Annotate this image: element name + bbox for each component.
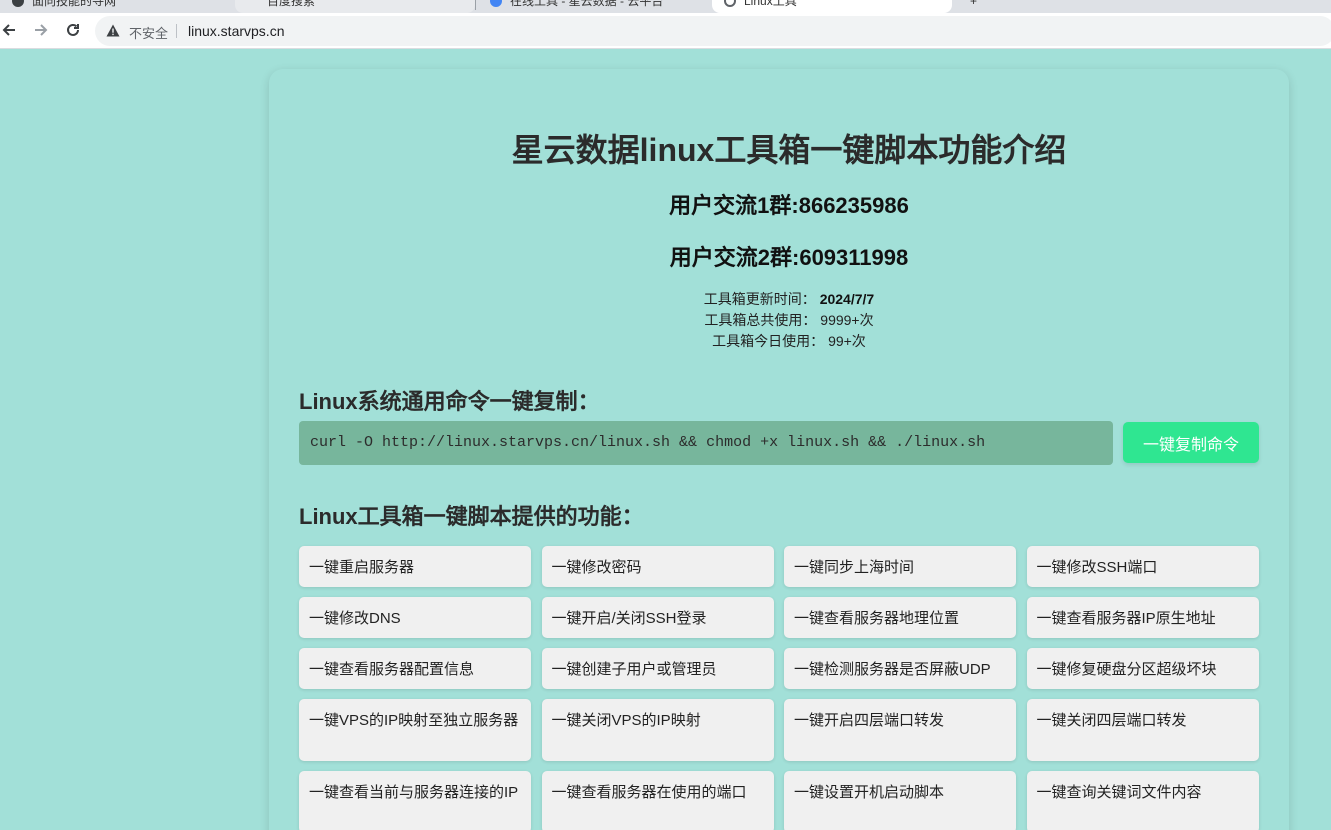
copy-section-title: Linux系统通用命令一键复制：	[299, 389, 600, 414]
tab-3[interactable]: 在线工具 - 星云数据 - 云平台	[478, 0, 710, 13]
back-button[interactable]	[0, 17, 22, 43]
stat-today: 工具箱今日使用： 99+次	[289, 331, 1289, 352]
feature-item[interactable]: 一键同步上海时间	[784, 546, 1016, 587]
user-group-2: 用户交流2群:609311998	[669, 245, 909, 270]
feature-item[interactable]: 一键修改密码	[541, 546, 774, 587]
feature-item[interactable]: 一键查询关键词文件内容	[1026, 771, 1259, 830]
tab-label: Linux工具	[744, 0, 797, 8]
feature-item[interactable]: 一键修改DNS	[299, 597, 531, 638]
tab-label: 在线工具 - 星云数据 - 云平台	[510, 0, 664, 8]
page-title: 星云数据linux工具箱一键脚本功能介绍	[511, 132, 1067, 168]
user-group-1: 用户交流1群:866235986	[669, 193, 909, 218]
stat-total: 工具箱总共使用： 9999+次	[289, 310, 1289, 331]
tab-favicon-icon	[12, 0, 24, 7]
tab-label: 面向技能的寻网	[32, 0, 117, 8]
stat-label: 工具箱今日使用：	[712, 333, 825, 349]
url-text[interactable]: linux.starvps.cn	[188, 23, 284, 39]
feature-item[interactable]: 一键关闭四层端口转发	[1026, 699, 1259, 761]
feature-item[interactable]: 一键查看服务器在使用的端口	[541, 771, 774, 830]
features-section-title: Linux工具箱一键脚本提供的功能：	[299, 504, 644, 529]
stat-value: 2024/7/7	[819, 291, 875, 307]
feature-item[interactable]: 一键检测服务器是否屏蔽UDP	[784, 648, 1016, 689]
feature-item[interactable]: 一键查看服务器配置信息	[299, 648, 531, 689]
tab-separator	[475, 0, 476, 10]
stat-value: 9999+次	[820, 312, 874, 328]
globe-icon	[724, 0, 736, 7]
feature-item[interactable]: 一键查看当前与服务器连接的IP	[299, 771, 531, 830]
feature-item[interactable]: 一键开启/关闭SSH登录	[541, 597, 774, 638]
browser-toolbar: 不安全 linux.starvps.cn	[0, 13, 1331, 49]
feature-item[interactable]: 一键修复硬盘分区超级坏块	[1026, 648, 1259, 689]
url-separator	[176, 24, 177, 38]
feature-item[interactable]: 一键创建子用户或管理员	[541, 648, 774, 689]
reload-button[interactable]	[60, 17, 86, 43]
feature-item[interactable]: 一键修改SSH端口	[1026, 546, 1259, 587]
feature-item[interactable]: 一键查看服务器地理位置	[784, 597, 1016, 638]
tab-4-active[interactable]: Linux工具	[712, 0, 952, 13]
feature-item[interactable]: 一键重启服务器	[299, 546, 531, 587]
new-tab-button[interactable]: +	[952, 0, 992, 13]
tab-label: 百度搜索	[267, 0, 316, 8]
main-card: 星云数据linux工具箱一键脚本功能介绍 用户交流1群:866235986 用户…	[269, 69, 1289, 830]
forward-button[interactable]	[28, 17, 54, 43]
feature-item[interactable]: 一键VPS的IP映射至独立服务器	[299, 699, 531, 761]
warning-icon	[106, 24, 120, 37]
feature-item[interactable]: 一键设置开机启动脚本	[784, 771, 1016, 830]
arrow-left-icon	[2, 24, 15, 36]
usage-stats: 工具箱更新时间： 2024/7/7 工具箱总共使用： 9999+次 工具箱今日使…	[269, 289, 1289, 352]
tab-1[interactable]: 面向技能的寻网	[0, 0, 235, 13]
features-grid: 一键重启服务器 一键修改密码 一键同步上海时间 一键修改SSH端口 一键修改DN…	[299, 546, 1259, 830]
tab-favicon-icon	[490, 0, 502, 7]
tab-strip: 面向技能的寻网 百度搜索 在线工具 - 星云数据 - 云平台 Linux工具 +	[0, 0, 1331, 13]
stat-value: 99+次	[828, 333, 866, 349]
tab-2[interactable]: 百度搜索	[235, 0, 475, 13]
feature-item[interactable]: 一键开启四层端口转发	[784, 699, 1016, 761]
feature-item[interactable]: 一键关闭VPS的IP映射	[541, 699, 774, 761]
feature-item[interactable]: 一键查看服务器IP原生地址	[1026, 597, 1259, 638]
arrow-right-icon	[35, 24, 48, 36]
reload-icon	[67, 23, 79, 36]
security-label: 不安全	[129, 26, 169, 41]
copy-command-button[interactable]: 一键复制命令	[1123, 422, 1259, 463]
address-bar[interactable]: 不安全 linux.starvps.cn	[95, 16, 1331, 46]
stat-updated: 工具箱更新时间： 2024/7/7	[289, 289, 1289, 310]
stat-label: 工具箱总共使用：	[704, 312, 817, 328]
stat-label: 工具箱更新时间：	[703, 291, 816, 307]
command-box[interactable]: curl -O http://linux.starvps.cn/linux.sh…	[299, 421, 1113, 465]
